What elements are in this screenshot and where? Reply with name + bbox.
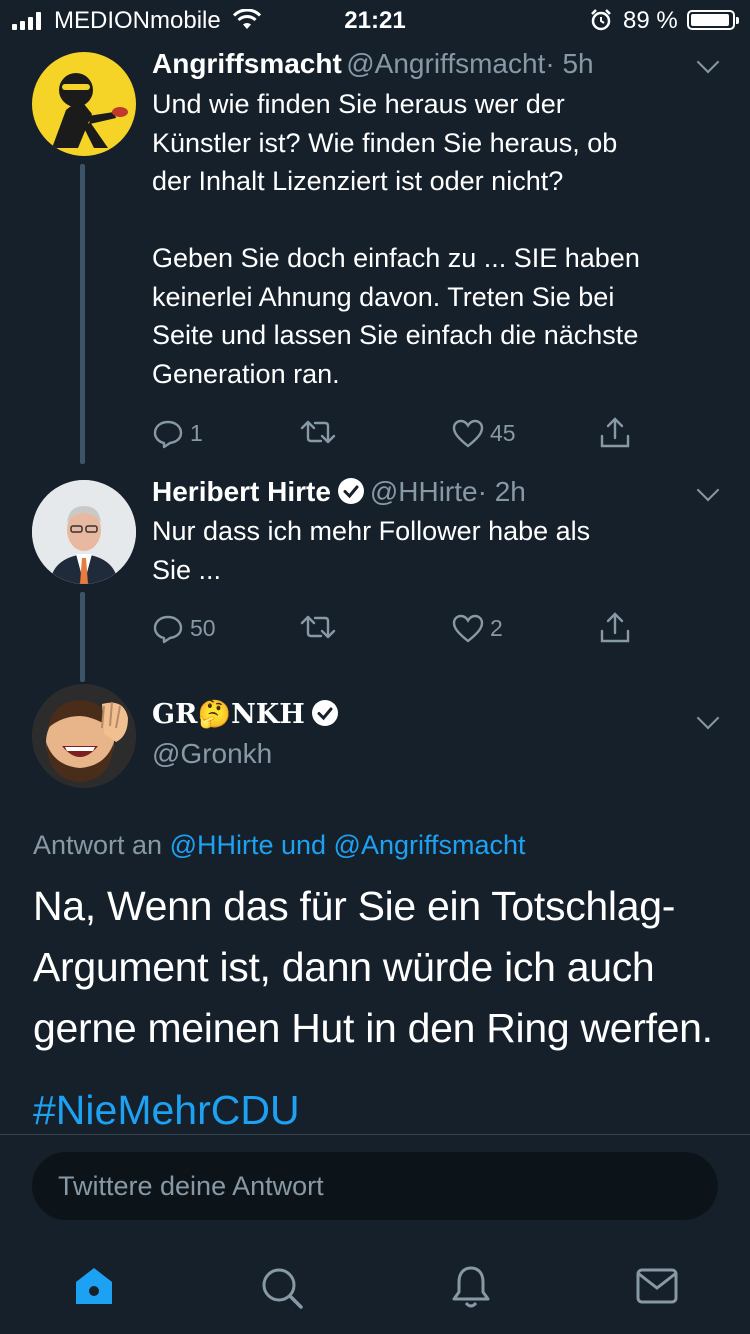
alarm-icon (591, 9, 611, 31)
avatar[interactable] (32, 480, 136, 584)
hacker-avatar-icon (52, 73, 128, 148)
reply-placeholder: Twittere deine Antwort (58, 1171, 324, 1201)
chevron-down-icon[interactable] (696, 706, 720, 730)
messages-icon[interactable] (636, 1268, 678, 1304)
tweet-time: · 5h (545, 48, 594, 79)
thread-line (80, 592, 85, 682)
thread-line (80, 164, 85, 464)
verified-badge-icon (312, 700, 339, 726)
reply-count: 50 (190, 615, 216, 641)
reply-icon (153, 615, 183, 644)
tweet-text: Na, Wenn das für Sie ein Totschlag- Argu… (33, 883, 713, 1051)
tweet-header: GR🤔NKH (152, 698, 339, 730)
user-handle: @Gronkh (152, 738, 273, 769)
heart-icon (452, 419, 484, 448)
reply-count: 1 (190, 420, 203, 446)
like-button[interactable]: 2 (452, 611, 532, 647)
chevron-down-icon[interactable] (696, 478, 720, 502)
share-icon[interactable] (598, 611, 632, 645)
focused-tweet-gronkh: GR🤔NKH @Gronkh Antwort an @HHirte und @A… (0, 684, 750, 1134)
reply-prefix: Antwort an (33, 830, 163, 860)
notifications-icon[interactable] (449, 1264, 493, 1310)
tweet-time: · 2h (477, 476, 526, 507)
tweet-angriffsmacht[interactable]: Angriffsmacht @Angriffsmacht· 5h Und wie… (0, 44, 750, 464)
home-icon[interactable] (72, 1264, 116, 1308)
reply-users-link[interactable]: @HHirte und @Angriffsmacht (170, 830, 526, 860)
tweet-header: Heribert Hirte @HHirte· 2h (152, 476, 526, 508)
tweet-text: Nur dass ich mehr Follower habe als Sie … (152, 516, 591, 585)
avatar[interactable] (32, 52, 136, 156)
avatar[interactable] (32, 684, 136, 788)
reply-button[interactable]: 50 (152, 611, 232, 647)
retweet-button[interactable] (300, 611, 340, 647)
battery-icon (687, 10, 739, 30)
chevron-down-icon[interactable] (696, 50, 720, 74)
heart-icon (452, 614, 484, 643)
display-name[interactable]: Angriffsmacht (152, 48, 342, 79)
search-icon[interactable] (260, 1266, 304, 1310)
verified-badge-icon (338, 478, 365, 504)
hashtag-link[interactable]: #NieMehrCDU (33, 1087, 300, 1134)
reply-to-line: Antwort an @HHirte und @Angriffsmacht (33, 830, 526, 861)
display-name[interactable]: Heribert Hirte (152, 476, 331, 507)
display-name[interactable]: GR🤔NKH (152, 699, 305, 730)
status-bar: MEDIONmobile 21:21 89 % (0, 0, 750, 40)
composer-divider (0, 1134, 750, 1135)
like-count: 2 (490, 615, 503, 641)
like-count: 45 (490, 420, 516, 446)
reply-button[interactable]: 1 (152, 416, 232, 452)
retweet-icon (300, 615, 336, 639)
share-icon[interactable] (598, 416, 632, 450)
person-avatar-icon (32, 480, 136, 584)
reply-input[interactable]: Twittere deine Antwort (32, 1152, 718, 1220)
reply-icon (153, 420, 183, 449)
tweet-header: Angriffsmacht @Angriffsmacht· 5h (152, 48, 594, 80)
like-button[interactable]: 45 (452, 416, 532, 452)
user-handle: @HHirte (369, 476, 478, 507)
battery-percent: 89 % (623, 7, 678, 34)
user-handle: @Angriffsmacht (346, 48, 546, 79)
tweet-hhirte[interactable]: Heribert Hirte @HHirte· 2h Nur dass ich … (0, 472, 750, 682)
tab-bar (0, 1236, 750, 1334)
bearded-face-avatar-icon (32, 684, 136, 788)
retweet-button[interactable] (300, 416, 340, 452)
tweet-text: Und wie finden Sie heraus wer der Künstl… (152, 89, 640, 389)
retweet-icon (300, 420, 336, 444)
